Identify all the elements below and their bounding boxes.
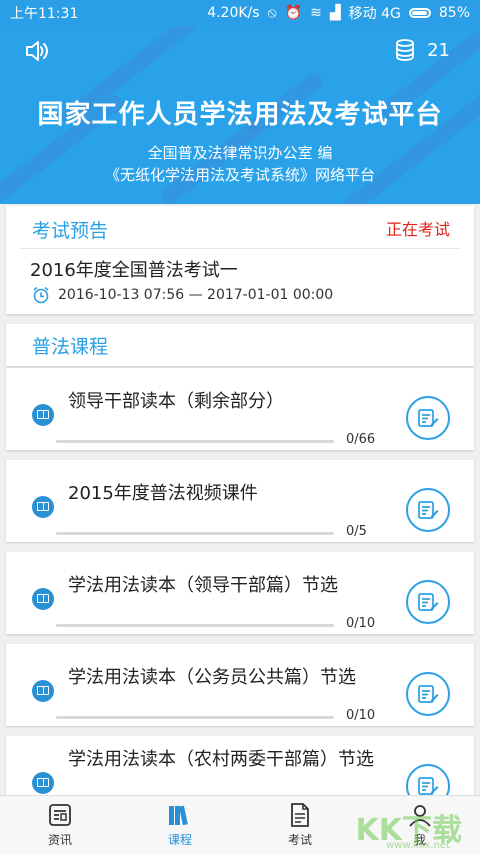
course-title: 2015年度普法视频课件 [68,483,258,504]
course-progress-bar [56,624,334,627]
mute-icon: ⦸ [267,5,277,21]
app-header: 21 国家工作人员学法用法及考试平台 全国普及法律常识办公室 编 《无纸化学法用… [0,26,480,204]
study-button[interactable] [406,396,450,440]
tab-label: 考试 [287,833,312,847]
course-item[interactable]: 领导干部读本（剩余部分） 0/66 [6,368,474,450]
book-icon [32,496,54,518]
course-item[interactable]: 2015年度普法视频课件 0/5 [6,460,474,542]
courses-section-header: 普法课程 [6,324,474,366]
app-subtitle-platform: 《无纸化学法用法及考试系统》网络平台 [104,166,375,184]
edit-note-icon [418,593,439,611]
study-button[interactable] [406,764,450,796]
sound-icon[interactable] [24,38,50,64]
course-progress-count: 0/10 [346,708,376,723]
edit-note-icon [418,685,439,703]
status-bar: 上午11:31 4.20K/s ⦸ ⏰ ≋ ▟ 移动 4G 85% [0,0,480,26]
tab-exam[interactable]: 考试 [240,796,360,854]
wifi-icon: ≋ [310,5,322,21]
exam-time-row: 2016-10-13 07:56 — 2017-01-01 00:00 [32,286,333,304]
course-title: 学法用法读本（公务员公共篇）节选 [68,667,356,688]
tab-label: 资讯 [47,833,72,847]
carrier-label: 移动 4G [348,6,401,22]
exam-name: 2016年度全国普法考试一 [30,260,238,281]
watermark-url: www.kkx.net [386,840,450,851]
course-item[interactable]: 学法用法读本（领导干部篇）节选 0/10 [6,552,474,634]
book-icon [32,404,54,426]
edit-note-icon [418,501,439,519]
books-icon [169,805,188,826]
tab-label: 课程 [167,833,192,847]
battery-icon [408,8,431,18]
status-indicators: 4.20K/s ⦸ ⏰ ≋ ▟ 移动 4G 85% [207,3,470,23]
study-button[interactable] [406,580,450,624]
coins-counter[interactable]: 21 [393,38,450,62]
exam-notice-heading: 考试预告 [32,220,109,242]
battery-level: 85% [438,5,470,21]
book-icon [32,772,54,794]
app-subtitle-publisher: 全国普及法律常识办公室 编 [147,144,333,162]
course-progress-bar [56,716,334,719]
status-time: 上午11:31 [10,6,79,22]
course-progress-count: 0/5 [346,524,367,539]
tab-news[interactable]: 资讯 [0,796,120,854]
coins-count: 21 [427,39,450,61]
course-progress-count: 0/66 [346,432,376,447]
course-title: 学法用法读本（领导干部篇）节选 [68,575,338,596]
tab-courses[interactable]: 课程 [120,796,240,854]
study-button[interactable] [406,672,450,716]
edit-note-icon [418,777,439,795]
signal-icon: ▟ [329,5,341,21]
edit-note-icon [418,409,439,427]
course-item[interactable]: 学法用法读本（公务员公共篇）节选 0/10 [6,644,474,726]
coins-icon [396,39,414,61]
book-icon [32,680,54,702]
course-item[interactable]: 学法用法读本（农村两委干部篇）节选 [6,736,474,796]
news-icon [49,804,71,826]
alarm-icon: ⏰ [284,5,303,21]
book-icon [32,588,54,610]
course-title: 学法用法读本（农村两委干部篇）节选 [68,749,374,770]
exam-status-badge: 正在考试 [385,220,450,239]
exam-notice-card[interactable]: 考试预告 正在考试 2016年度全国普法考试一 2016-10-13 07:56… [6,206,474,314]
study-button[interactable] [406,488,450,532]
divider [20,248,460,249]
course-progress-bar [56,532,334,535]
course-progress-bar [56,440,334,443]
courses-heading: 普法课程 [32,336,109,358]
network-speed: 4.20K/s [207,5,260,21]
course-title: 领导干部读本（剩余部分） [68,391,284,412]
course-progress-count: 0/10 [346,616,376,631]
alarm-clock-icon [33,286,49,304]
document-icon [291,803,309,827]
exam-time-range: 2016-10-13 07:56 — 2017-01-01 00:00 [58,287,334,303]
app-title: 国家工作人员学法用法及考试平台 [37,100,443,130]
